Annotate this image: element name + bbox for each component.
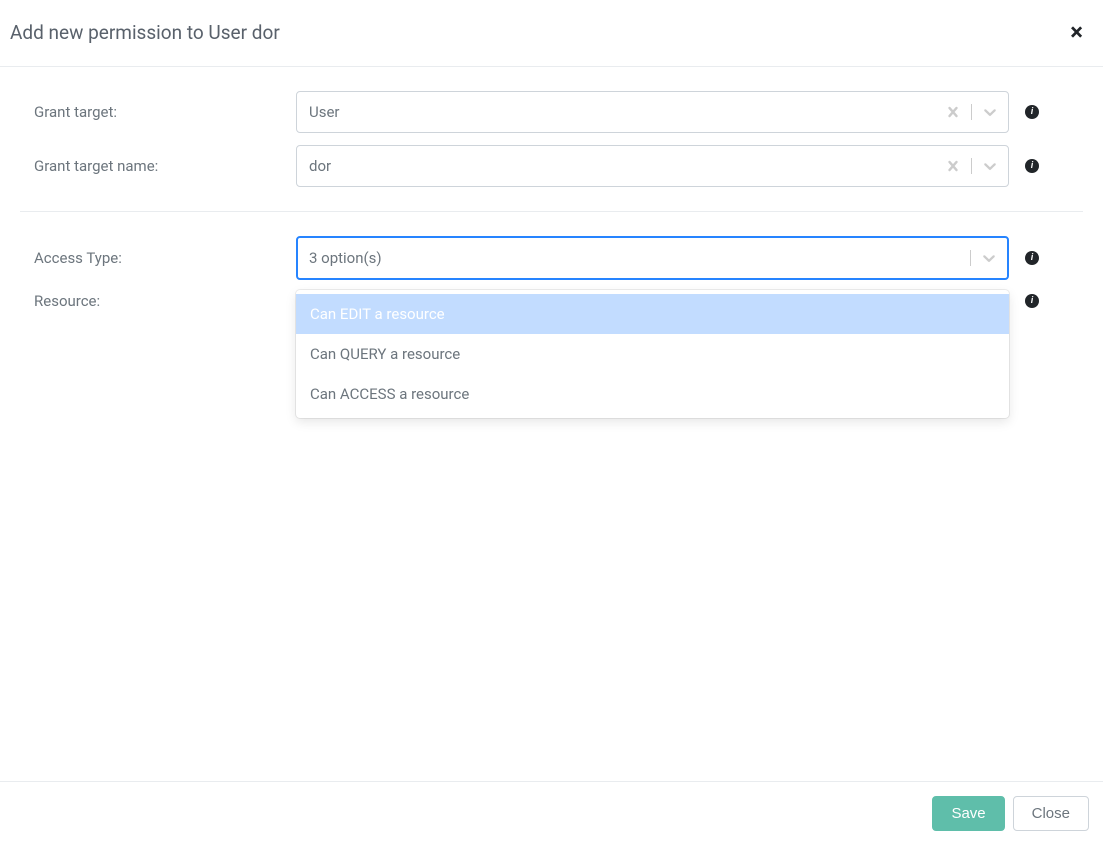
info-icon[interactable]: i — [1025, 294, 1039, 308]
save-button[interactable]: Save — [932, 796, 1004, 831]
clear-icon[interactable] — [935, 150, 971, 182]
modal-title: Add new permission to User dor — [10, 21, 280, 44]
access-type-dropdown: Can EDIT a resource Can QUERY a resource… — [296, 290, 1009, 418]
grant-target-name-select[interactable]: dor — [296, 145, 1009, 187]
close-button[interactable]: Close — [1013, 796, 1089, 831]
access-type-row: Access Type: 3 option(s) Can EDIT a reso… — [20, 236, 1083, 280]
grant-target-row: Grant target: User i — [20, 91, 1083, 133]
dropdown-option[interactable]: Can ACCESS a resource — [296, 374, 1009, 414]
grant-target-label: Grant target: — [20, 103, 280, 121]
resource-label: Resource: — [20, 292, 280, 310]
access-type-label: Access Type: — [20, 249, 280, 267]
info-icon[interactable]: i — [1025, 251, 1039, 265]
grant-target-name-label: Grant target name: — [20, 157, 280, 175]
section-divider — [20, 211, 1083, 212]
info-icon[interactable]: i — [1025, 105, 1039, 119]
info-icon[interactable]: i — [1025, 159, 1039, 173]
clear-icon[interactable] — [935, 96, 971, 128]
chevron-down-icon[interactable] — [971, 242, 1007, 274]
access-type-select[interactable]: 3 option(s) — [296, 236, 1009, 280]
chevron-down-icon[interactable] — [972, 96, 1008, 128]
grant-target-name-value: dor — [309, 157, 935, 175]
access-type-placeholder: 3 option(s) — [309, 249, 970, 267]
dropdown-option[interactable]: Can QUERY a resource — [296, 334, 1009, 374]
grant-target-select[interactable]: User — [296, 91, 1009, 133]
dropdown-option[interactable]: Can EDIT a resource — [296, 294, 1009, 334]
grant-target-value: User — [309, 103, 935, 121]
close-icon[interactable]: × — [1060, 20, 1093, 44]
grant-target-name-row: Grant target name: dor i — [20, 145, 1083, 187]
chevron-down-icon[interactable] — [972, 150, 1008, 182]
